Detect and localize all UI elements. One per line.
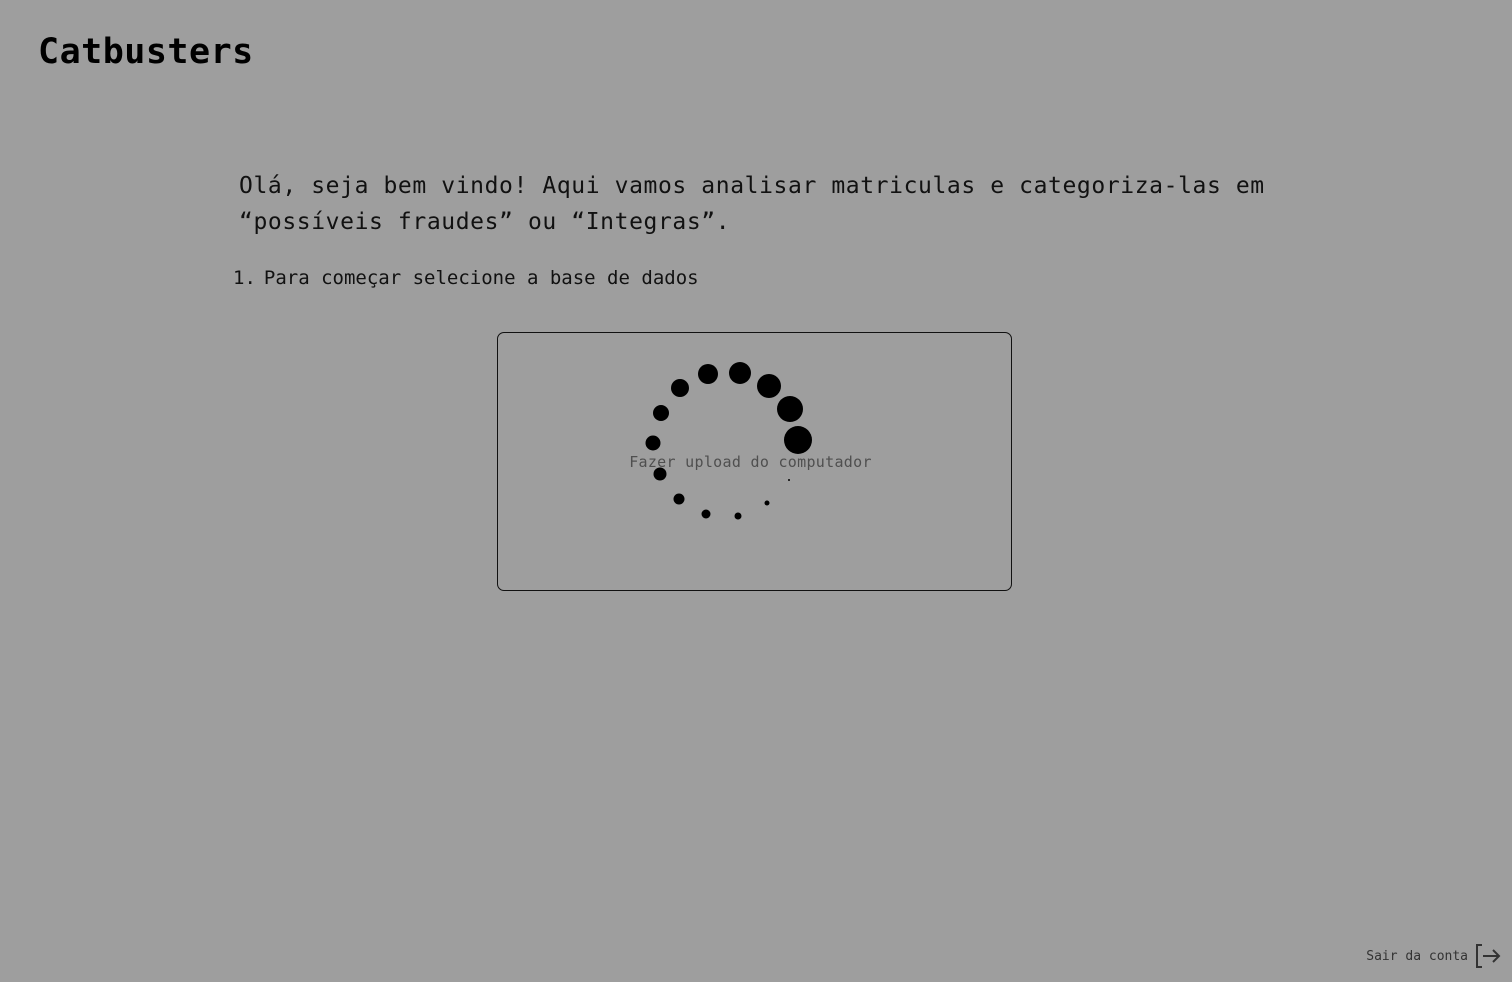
loading-spinner-icon [645, 362, 812, 520]
logout-label: Sair da conta [1366, 948, 1468, 964]
upload-label: Fazer upload do computador [629, 453, 872, 471]
app-title: Catbusters [38, 32, 254, 72]
welcome-text: Olá, seja bem vindo! Aqui vamos analisar… [239, 173, 1265, 235]
steps-list: 1. Para começar selecione a base de dado… [233, 264, 699, 292]
logout-button[interactable]: Sair da conta [1366, 942, 1502, 970]
logout-arrow-icon [1476, 944, 1501, 968]
step-item: 1. Para começar selecione a base de dado… [233, 264, 699, 292]
step-number: 1. [233, 267, 256, 289]
upload-dropzone[interactable]: Fazer upload do computador [497, 332, 1012, 591]
step-label: Para começar selecione a base de dados [263, 267, 699, 289]
